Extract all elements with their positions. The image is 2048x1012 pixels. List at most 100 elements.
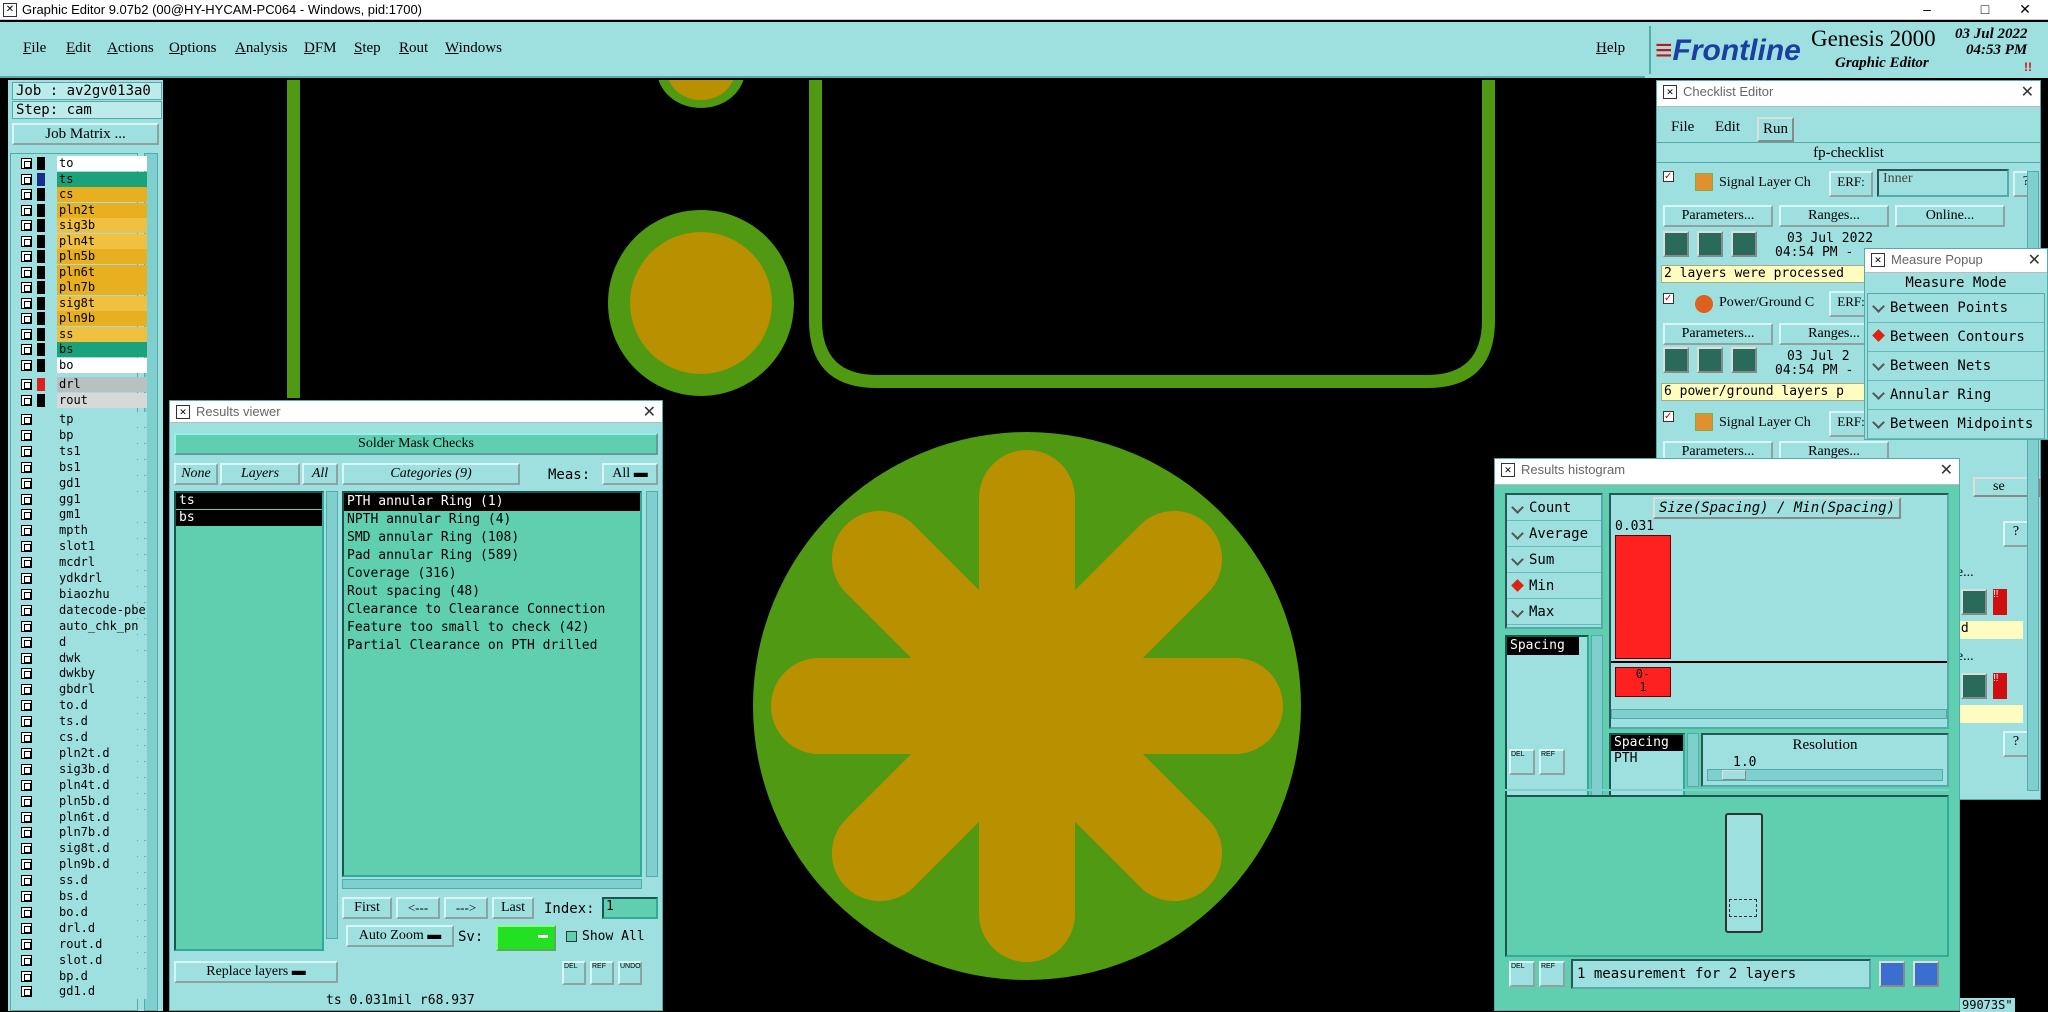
layer-name-pln9b.d[interactable]: pln9b.d	[57, 857, 147, 873]
layer-checkbox[interactable]	[21, 251, 32, 262]
layer-name-mcdrl[interactable]: mcdrl	[57, 555, 147, 571]
histogram-close-icon[interactable]: ✕	[1940, 460, 1953, 480]
hist-del-icon-bottom[interactable]: DEL	[1509, 961, 1535, 987]
rv-category-item[interactable]: Partial Clearance on PTH drilled	[344, 637, 640, 655]
results-viewer-close-icon[interactable]: ✕	[643, 402, 656, 422]
layer-checkbox[interactable]	[21, 189, 32, 200]
layer-row-pln5b[interactable]: pln5b	[16, 249, 147, 265]
layer-checkbox[interactable]	[21, 843, 32, 855]
layer-checkbox[interactable]	[21, 875, 32, 887]
index-input[interactable]: 1	[602, 897, 658, 919]
layer-name-ts.d[interactable]: ts.d	[57, 714, 147, 730]
layer-name-ts1[interactable]: ts1	[57, 443, 147, 459]
layer-row-ts[interactable]: ts	[16, 171, 147, 188]
layer-row-gd1.d[interactable]: gd1.d	[16, 984, 147, 1000]
stat-average[interactable]: Average	[1507, 521, 1601, 547]
layer-checkbox[interactable]	[21, 954, 32, 966]
layer-name-pln2t[interactable]: pln2t	[57, 202, 147, 218]
layer-checkbox[interactable]	[21, 811, 32, 823]
histogram-graph-icon[interactable]	[1879, 961, 1905, 987]
layer-name-ss.d[interactable]: ss.d	[57, 873, 147, 889]
row2-parameters-button[interactable]: Parameters...	[1663, 323, 1773, 345]
stat-max[interactable]: Max	[1507, 599, 1601, 625]
layer-checkbox[interactable]	[21, 620, 32, 632]
layer-name-gbdrl[interactable]: gbdrl	[57, 682, 147, 698]
layer-name-dwkby[interactable]: dwkby	[57, 666, 147, 682]
layer-name-tp[interactable]: tp	[57, 412, 147, 427]
spacing-item[interactable]: PTH	[1611, 751, 1683, 767]
layer-name-bo[interactable]: bo	[57, 357, 147, 373]
layer-name-bo.d[interactable]: bo.d	[57, 904, 147, 920]
layer-row-ydkdrl[interactable]: ydkdrl	[16, 571, 147, 587]
layer-checkbox[interactable]	[21, 922, 32, 934]
layer-row-auto_chk_pn[interactable]: auto_chk_pn	[16, 618, 147, 635]
rv-category-item[interactable]: Clearance to Clearance Connection	[344, 601, 640, 619]
layer-row-gbdrl[interactable]: gbdrl	[16, 682, 147, 698]
layer-name-drl.d[interactable]: drl.d	[57, 920, 147, 936]
row1-parameters-button[interactable]: Parameters...	[1663, 205, 1773, 227]
auto-zoom-button[interactable]: Auto Zoom ▬	[346, 925, 454, 947]
histogram-table-icon[interactable]	[1913, 961, 1939, 987]
layer-checkbox[interactable]	[21, 266, 32, 278]
layer-checkbox[interactable]	[21, 313, 32, 324]
layer-row-bs.d[interactable]: bs.d	[16, 889, 147, 905]
checklist-menu-edit[interactable]: Edit	[1715, 119, 1740, 136]
spacing-item[interactable]: Spacing	[1611, 735, 1683, 751]
layer-name-pln7b[interactable]: pln7b	[57, 280, 147, 295]
rv-category-item[interactable]: Feature too small to check (42)	[344, 619, 640, 637]
layer-name-cs.d[interactable]: cs.d	[57, 730, 147, 745]
layer-name-sig8t[interactable]: sig8t	[57, 295, 147, 311]
layer-checkbox[interactable]	[21, 652, 32, 664]
row3-zoom-icon[interactable]	[1961, 589, 1987, 615]
layer-checkbox[interactable]	[21, 379, 32, 390]
undo-icon[interactable]: UNDO	[618, 961, 642, 985]
layer-row-gd1[interactable]: gd1	[16, 475, 147, 492]
layer-checkbox[interactable]	[21, 906, 32, 918]
layer-name-ts[interactable]: ts	[57, 171, 147, 187]
layer-checkbox[interactable]	[21, 747, 32, 759]
menu-edit[interactable]: Edit	[66, 40, 91, 57]
close-button[interactable]: ✕	[2002, 0, 2048, 20]
layer-name-pln2t.d[interactable]: pln2t.d	[57, 745, 147, 761]
layer-checkbox[interactable]	[21, 573, 32, 584]
replace-layers-select[interactable]: Replace layers ▬	[174, 961, 338, 983]
layer-name-pln7b.d[interactable]: pln7b.d	[57, 825, 147, 841]
minimize-button[interactable]: –	[1904, 0, 1950, 20]
menu-actions[interactable]: Actions	[107, 40, 154, 57]
sv-color-select[interactable]	[496, 925, 556, 951]
layer-name-rout[interactable]: rout	[57, 392, 147, 408]
layers-list[interactable]: ts bs	[174, 491, 324, 951]
layer-name-slot.d[interactable]: slot.d	[57, 952, 147, 968]
layer-checkbox[interactable]	[21, 414, 32, 425]
rv-category-item[interactable]: SMD annular Ring (108)	[344, 529, 640, 547]
checklist-menu-run[interactable]: Run	[1757, 117, 1795, 142]
layers-button[interactable]: Layers	[220, 463, 300, 485]
all-button[interactable]: All	[302, 463, 338, 485]
layer-row-bp.d[interactable]: bp.d	[16, 968, 147, 985]
layer-checkbox[interactable]	[21, 763, 32, 775]
layer-checkbox[interactable]	[21, 970, 32, 982]
layer-checkbox[interactable]	[21, 461, 32, 473]
layer-row-ts.d[interactable]: ts.d	[16, 714, 147, 730]
layer-name-biaozhu[interactable]: biaozhu	[57, 586, 147, 602]
row3b-zoom-icon[interactable]	[1961, 673, 1987, 699]
show-all-checkbox[interactable]	[566, 931, 577, 942]
rv-category-item[interactable]: Rout spacing (48)	[344, 583, 640, 601]
layer-checkbox[interactable]	[21, 684, 32, 696]
layer-row-bs[interactable]: bs	[16, 342, 147, 358]
layer-checkbox[interactable]	[21, 588, 32, 600]
layer-checkbox[interactable]	[21, 700, 32, 712]
hist-del-icon[interactable]: DEL	[1509, 749, 1535, 775]
layer-checkbox[interactable]	[21, 986, 32, 998]
layer-checkbox[interactable]	[21, 795, 32, 807]
spacing-scrollbar[interactable]	[1687, 733, 1699, 787]
job-matrix-button[interactable]: Job Matrix ...	[12, 123, 159, 145]
layer-row-gm1[interactable]: gm1	[16, 507, 147, 523]
layer-row-to.d[interactable]: to.d	[16, 698, 147, 714]
layer-name-ss[interactable]: ss	[57, 326, 147, 342]
layer-checkbox[interactable]	[21, 445, 32, 457]
layer-checkbox[interactable]	[21, 359, 32, 371]
row1-erf-value[interactable]: Inner	[1877, 169, 2009, 197]
layer-row-sig3b.d[interactable]: sig3b.d	[16, 761, 147, 778]
layer-checkbox[interactable]	[21, 938, 32, 950]
